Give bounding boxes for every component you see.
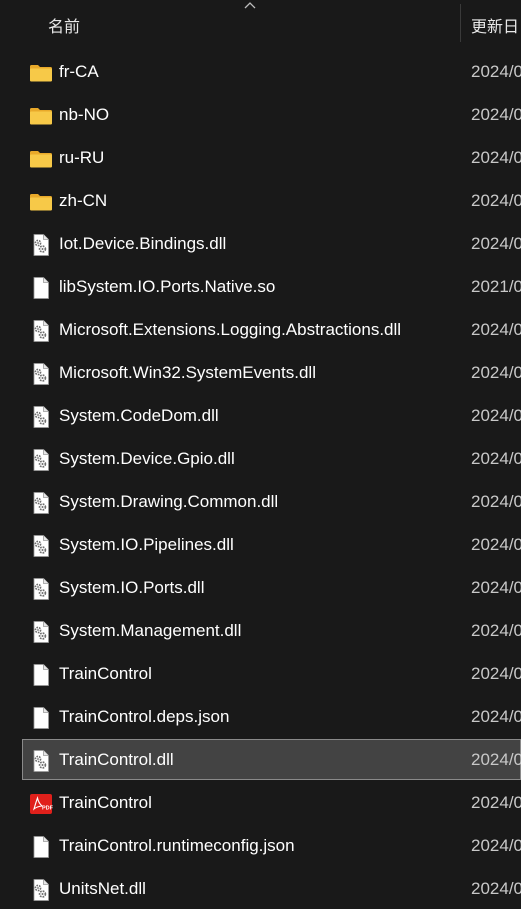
file-date-modified: 2024/0 [471,191,521,210]
file-name: TrainControl [59,664,152,683]
file-date-modified: 2024/0 [471,664,521,683]
file-date-modified: 2024/0 [471,363,521,382]
file-name: ru-RU [59,148,105,167]
blank-file-icon [29,276,53,300]
file-date-modified: 2024/0 [471,621,521,640]
file-date-modified: 2024/0 [471,535,521,554]
file-name: libSystem.IO.Ports.Native.so [59,277,276,296]
dll-file-icon [29,448,53,472]
file-name: System.CodeDom.dll [59,406,219,425]
file-row[interactable]: System.IO.Ports.dll 2024/0 [0,567,521,610]
dll-file-icon [29,534,53,558]
file-date-modified: 2024/0 [471,707,521,726]
file-name: Microsoft.Extensions.Logging.Abstraction… [59,320,402,339]
file-date-modified: 2024/0 [471,105,521,124]
file-row[interactable]: System.Device.Gpio.dll 2024/0 [0,438,521,481]
file-name: UnitsNet.dll [59,879,146,898]
dll-file-icon [29,405,53,429]
file-name: nb-NO [59,105,110,124]
file-date-modified: 2024/0 [471,234,521,253]
dll-file-icon [29,749,53,773]
dll-file-icon [29,319,53,343]
file-name: fr-CA [59,62,99,81]
file-date-modified: 2024/0 [471,879,521,898]
file-date-modified: 2024/0 [471,320,521,339]
file-date-modified: 2021/0 [471,277,521,296]
file-name: zh-CN [59,191,108,210]
file-row[interactable]: TrainControl.dll 2024/0 [0,739,521,782]
file-name: System.Management.dll [59,621,242,640]
file-row[interactable]: Microsoft.Win32.SystemEvents.dll 2024/0 [0,352,521,395]
file-row[interactable]: PDF TrainControl 2024/0 [0,782,521,825]
folder-icon [29,190,53,214]
file-date-modified: 2024/0 [471,449,521,468]
file-date-modified: 2024/0 [471,750,521,769]
dll-file-icon [29,577,53,601]
file-name: TrainControl.deps.json [59,707,230,726]
file-name: TrainControl.runtimeconfig.json [59,836,295,855]
blank-file-icon [29,835,53,859]
file-row[interactable]: TrainControl.runtimeconfig.json 2024/0 [0,825,521,868]
file-row[interactable]: Iot.Device.Bindings.dll 2024/0 [0,223,521,266]
file-row[interactable]: zh-CN 2024/0 [0,180,521,223]
column-header-date-modified[interactable]: 更新日 [471,13,519,37]
file-date-modified: 2024/0 [471,492,521,511]
column-header-bar: 名前 更新日 [0,0,521,46]
file-row[interactable]: System.Drawing.Common.dll 2024/0 [0,481,521,524]
blank-file-icon [29,706,53,730]
file-name: Microsoft.Win32.SystemEvents.dll [59,363,316,382]
file-name: System.Device.Gpio.dll [59,449,235,468]
file-row[interactable]: System.IO.Pipelines.dll 2024/0 [0,524,521,567]
dll-file-icon [29,620,53,644]
pdf-icon: PDF [29,792,54,816]
folder-icon [29,61,53,85]
file-date-modified: 2024/0 [471,836,521,855]
svg-text:PDF: PDF [42,806,53,812]
file-date-modified: 2024/0 [471,148,521,167]
file-name: System.IO.Ports.dll [59,578,205,597]
file-name: System.IO.Pipelines.dll [59,535,234,554]
column-divider[interactable] [460,4,461,42]
file-row[interactable]: System.CodeDom.dll 2024/0 [0,395,521,438]
file-name: TrainControl.dll [59,750,174,769]
file-row[interactable]: System.Management.dll 2024/0 [0,610,521,653]
file-row[interactable]: Microsoft.Extensions.Logging.Abstraction… [0,309,521,352]
folder-icon [29,147,53,171]
file-row[interactable]: fr-CA 2024/0 [0,51,521,94]
dll-file-icon [29,233,53,257]
sort-ascending-icon [244,2,256,9]
file-row[interactable]: nb-NO 2024/0 [0,94,521,137]
file-name: System.Drawing.Common.dll [59,492,279,511]
file-row[interactable]: TrainControl.deps.json 2024/0 [0,696,521,739]
dll-file-icon [29,362,53,386]
file-list: fr-CA 2024/0 nb-NO 2024/0 ru-RU 2024/0 zh-CN 20… [0,51,521,909]
folder-icon [29,104,53,128]
file-date-modified: 2024/0 [471,793,521,812]
blank-file-icon [29,663,53,687]
file-row[interactable]: ru-RU 2024/0 [0,137,521,180]
file-row[interactable]: TrainControl 2024/0 [0,653,521,696]
dll-file-icon [29,878,53,902]
file-date-modified: 2024/0 [471,406,521,425]
file-row[interactable]: libSystem.IO.Ports.Native.so 2021/0 [0,266,521,309]
file-name: Iot.Device.Bindings.dll [59,234,227,253]
file-date-modified: 2024/0 [471,578,521,597]
file-row[interactable]: UnitsNet.dll 2024/0 [0,868,521,909]
dll-file-icon [29,491,53,515]
column-header-name[interactable]: 名前 [48,13,80,37]
file-name: TrainControl [59,793,152,812]
file-date-modified: 2024/0 [471,62,521,81]
